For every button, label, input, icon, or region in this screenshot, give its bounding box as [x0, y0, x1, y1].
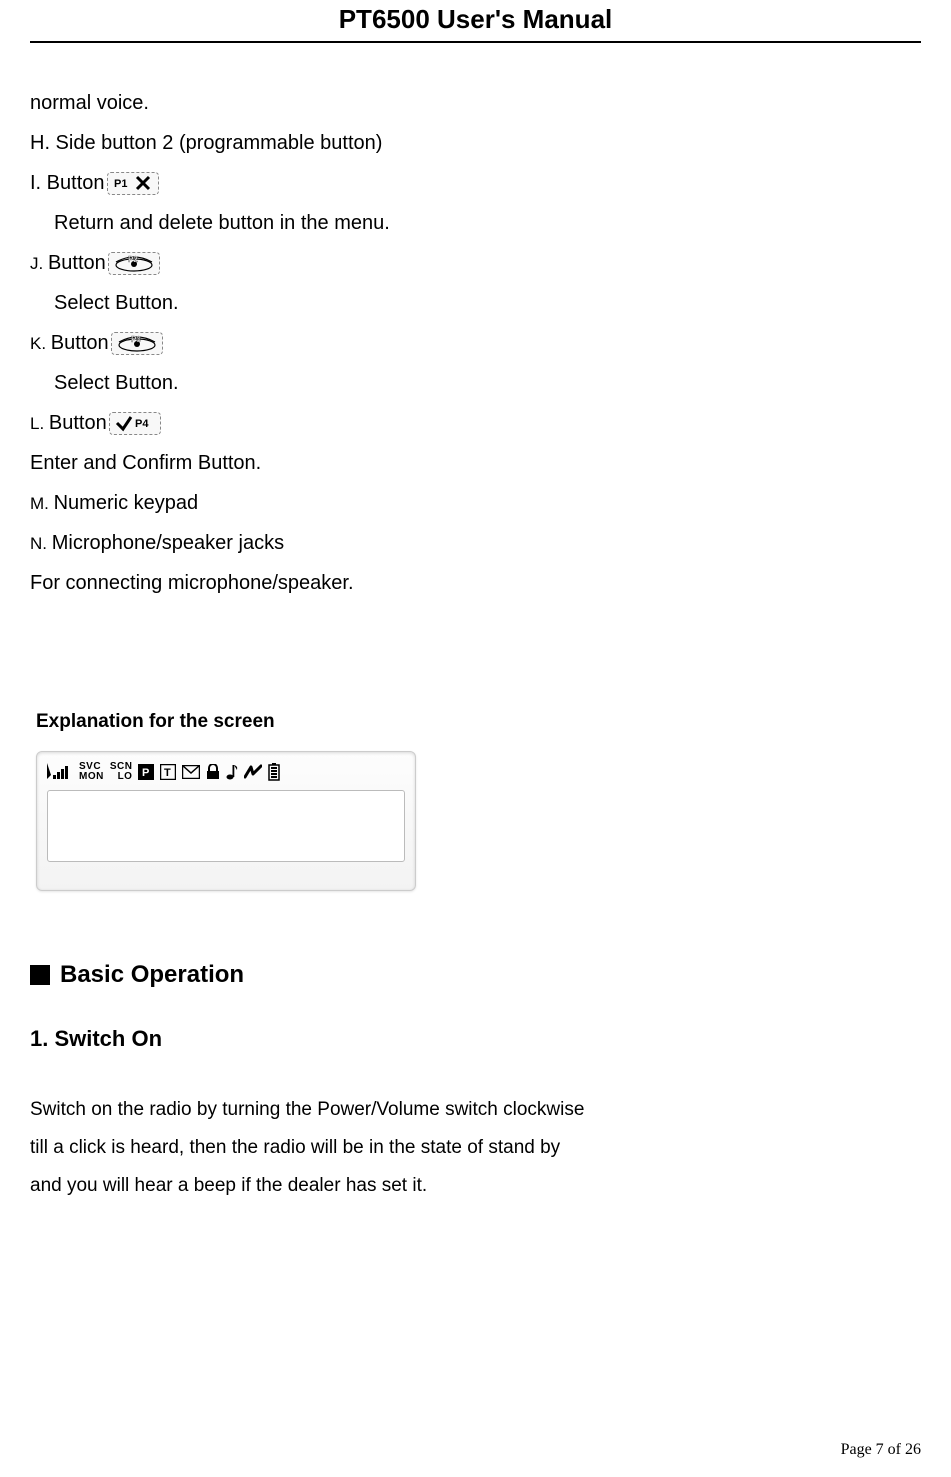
p4-button-icon: P4	[109, 412, 161, 435]
vibrate-icon	[244, 764, 262, 780]
envelope-icon	[182, 765, 200, 779]
line-n: N. Microphone/speaker jacks	[30, 523, 921, 563]
p4-label: P4	[135, 418, 149, 430]
line-m: M. Numeric keypad	[30, 483, 921, 523]
square-bullet-icon	[30, 965, 50, 985]
line-j-desc: Select Button.	[30, 283, 921, 323]
section-title-text: Basic Operation	[60, 951, 244, 999]
mon-label: MON	[79, 772, 104, 782]
line-j-small: J.	[30, 254, 48, 273]
signal-icon	[47, 763, 73, 781]
line-l: L. Button P4	[30, 403, 921, 443]
line-n-small: N.	[30, 534, 52, 553]
lock-icon	[206, 764, 220, 780]
para-line-1: Switch on the radio by turning the Power…	[30, 1091, 921, 1129]
p-box-icon: P	[138, 764, 154, 780]
svc-mon-stack: SVC MON	[79, 762, 104, 782]
screen-explanation-label: Explanation for the screen	[30, 703, 921, 741]
page-title: PT6500 User's Manual	[30, 0, 921, 35]
p1-label: P1	[114, 178, 127, 190]
lcd-icon-row: SVC MON SCN LO P T	[47, 762, 405, 782]
line-k: K. Button P3	[30, 323, 921, 363]
p2-label: P2	[128, 255, 138, 264]
lcd-screen: SVC MON SCN LO P T	[36, 751, 416, 891]
line-m-small: M.	[30, 494, 54, 513]
line-i-desc: Return and delete button in the menu.	[30, 203, 921, 243]
switch-on-paragraph: Switch on the radio by turning the Power…	[30, 1091, 921, 1205]
svg-text:T: T	[164, 767, 171, 779]
para-line-2: till a click is heard, then the radio wi…	[30, 1129, 921, 1167]
line-l-desc: Enter and Confirm Button.	[30, 443, 921, 483]
line-l-rest: Button	[49, 412, 107, 434]
line-j-rest: Button	[48, 252, 106, 274]
p2-button-icon: P2	[108, 252, 160, 275]
line-j: J. Button P2	[30, 243, 921, 283]
line-l-small: L.	[30, 414, 49, 433]
line-i-prefix: I. Button	[30, 172, 105, 194]
battery-icon	[268, 763, 280, 781]
music-note-icon	[226, 763, 238, 781]
lo-label: LO	[110, 772, 133, 782]
line-h: H. Side button 2 (programmable button)	[30, 123, 921, 163]
section-basic-operation: Basic Operation	[30, 951, 921, 999]
t-box-icon: T	[160, 764, 176, 780]
line-normal-voice: normal voice.	[30, 83, 921, 123]
subheading-switch-on: 1. Switch On	[30, 1017, 921, 1061]
line-n-desc: For connecting microphone/speaker.	[30, 563, 921, 603]
scn-lo-stack: SCN LO	[110, 762, 133, 782]
lcd-text-area	[47, 790, 405, 862]
page-footer: Page 7 of 26	[841, 1441, 921, 1459]
p1-button-icon: P1	[107, 172, 159, 195]
p3-button-icon: P3	[111, 332, 163, 355]
p3-label: P3	[131, 335, 141, 344]
svg-text:P: P	[142, 767, 149, 779]
para-line-3: and you will hear a beep if the dealer h…	[30, 1167, 921, 1205]
line-k-desc: Select Button.	[30, 363, 921, 403]
line-k-small: K.	[30, 334, 51, 353]
document-body: normal voice. H. Side button 2 (programm…	[30, 43, 921, 1205]
line-m-rest: Numeric keypad	[54, 492, 199, 514]
line-n-rest: Microphone/speaker jacks	[52, 532, 284, 554]
line-i: I. Button P1	[30, 163, 921, 203]
line-k-rest: Button	[51, 332, 109, 354]
